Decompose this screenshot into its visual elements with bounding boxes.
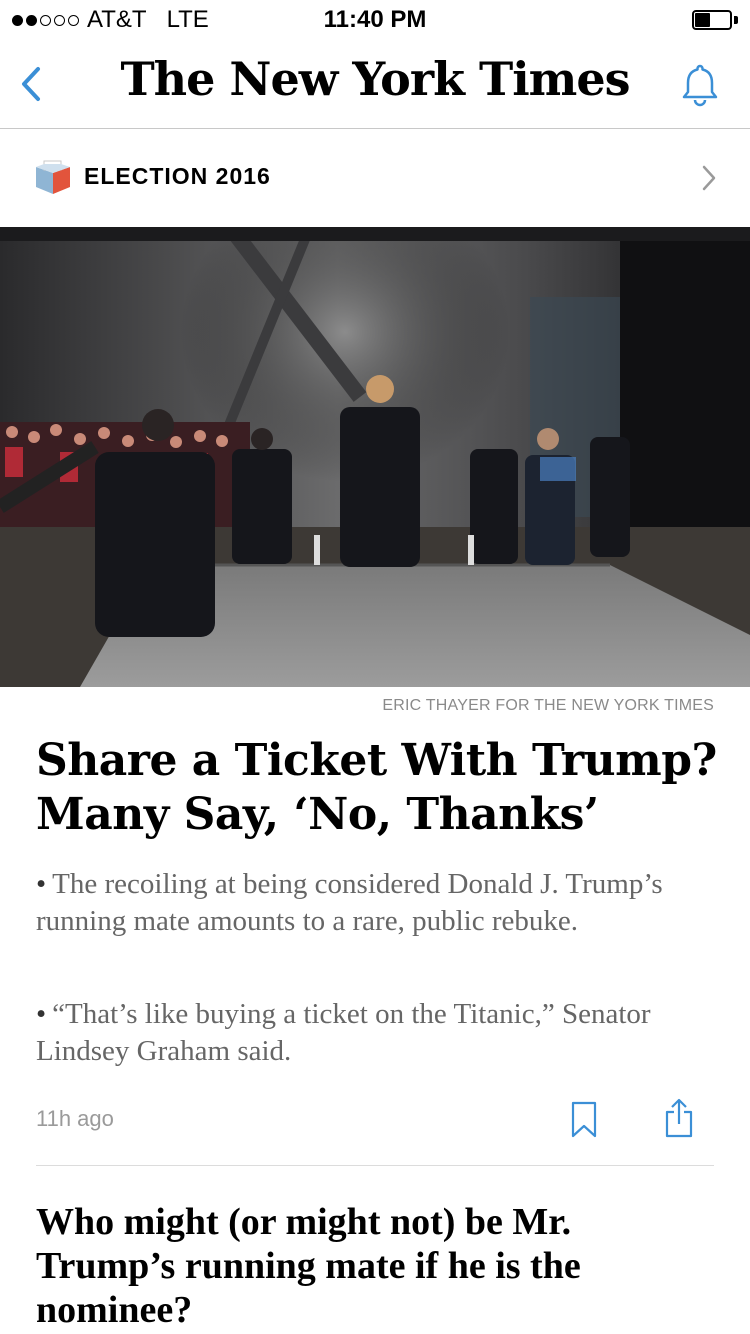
masthead-logo[interactable]: The New York Times [0, 52, 750, 106]
section-link-election[interactable]: ELECTION 2016 [0, 129, 750, 227]
summary-text: “That’s like buying a ticket on the Tita… [36, 998, 651, 1067]
article-divider [36, 1165, 714, 1166]
chevron-right-icon [702, 165, 716, 191]
bullet-mark: • [36, 998, 47, 1030]
share-button[interactable] [664, 1098, 694, 1138]
article-headline[interactable]: Share a Ticket With Trump? Many Say, ‘No… [36, 734, 726, 842]
bullet-mark: • [36, 868, 47, 900]
bookmark-icon [571, 1101, 597, 1138]
status-bar: AT&T LTE 11:40 PM [0, 0, 750, 40]
notifications-button[interactable] [680, 60, 720, 108]
bell-icon [682, 64, 718, 107]
headline-line-2: Many Say, ‘No, Thanks’ [36, 789, 599, 840]
summary-text: The recoiling at being considered Donald… [36, 868, 663, 937]
ballot-box-icon [36, 160, 70, 194]
section-label: ELECTION 2016 [84, 163, 271, 189]
next-article-headline[interactable]: Who might (or might not) be Mr. Trump’s … [36, 1200, 676, 1332]
status-time: 11:40 PM [323, 6, 427, 33]
article-timestamp: 11h ago [36, 1106, 114, 1131]
battery-icon [692, 10, 738, 30]
rally-stage-image [0, 227, 750, 687]
headline-line-1: Share a Ticket With Trump? [36, 735, 717, 786]
share-icon [665, 1098, 693, 1138]
photo-credit: ERIC THAYER FOR THE NEW YORK TIMES [382, 697, 714, 714]
hero-photo[interactable] [0, 227, 750, 687]
summary-bullet: • The recoiling at being considered Donal… [36, 866, 716, 940]
summary-bullet: • “That’s like buying a ticket on the Tit… [36, 996, 716, 1070]
nav-bar: The New York Times [0, 40, 750, 129]
save-article-button[interactable] [570, 1101, 598, 1139]
